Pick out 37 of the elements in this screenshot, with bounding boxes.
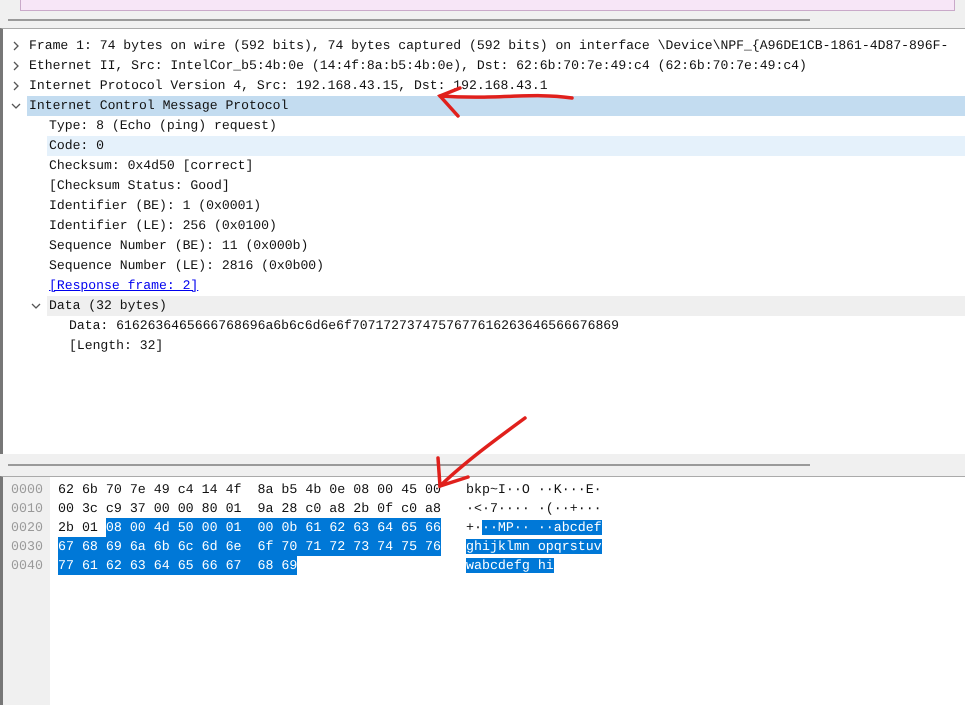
offset-label: 0010	[10, 500, 44, 518]
tree-item[interactable]: Data: 6162636465666768696a6b6c6d6e6f7071727374757677616263646566676869	[67, 316, 965, 336]
offset-label: 0000	[10, 481, 44, 499]
offset-label: 0030	[10, 538, 44, 556]
chevron-right-icon[interactable]	[11, 61, 21, 71]
ascii-bytes: ··MP·· ··abcdef	[482, 520, 602, 535]
hex-bytes: 00 3c c9 37 00 00 80 01 9a 28 c0 a8 2b 0f c0 a8	[58, 500, 442, 518]
tree-item[interactable]: Identifier (BE): 1 (0x0001)	[47, 196, 965, 216]
tree-item[interactable]: Sequence Number (LE): 2816 (0x0b00)	[47, 256, 965, 276]
tree-item[interactable]: Type: 8 (Echo (ping) request)	[47, 116, 965, 136]
ascii-bytes: bkp~I··O ··K···E·	[466, 482, 602, 497]
tree-item[interactable]: Data (32 bytes)	[47, 296, 965, 316]
tree-item[interactable]: Ethernet II, Src: IntelCor_b5:4b:0e (14:4f:8a:b5:4b:0e), Dst: 62:6b:70:7e:49:c4 (62:6b:70:7e:49:c4)	[27, 56, 965, 76]
tree-item[interactable]: Internet Protocol Version 4, Src: 192.168.43.15, Dst: 192.168.43.1	[27, 76, 965, 96]
ascii-bytes: wabcdefg hi	[466, 558, 554, 573]
hex-bytes: 2b 01	[58, 519, 99, 537]
hex-bytes: 77 61 62 63 64 65 66 67 68 69	[58, 556, 298, 575]
ascii-bytes: +·	[466, 520, 482, 535]
tree-item[interactable]: Frame 1: 74 bytes on wire (592 bits), 74 bytes captured (592 bits) on interface \Device\NPF_{A96DE1CB-1861-4D87-896F-	[27, 36, 965, 56]
tree-item[interactable]: [Checksum Status: Good]	[47, 176, 965, 196]
offset-label: 0020	[10, 519, 44, 537]
offset-label: 0040	[10, 557, 44, 575]
tree-item[interactable]: Identifier (LE): 256 (0x0100)	[47, 216, 965, 236]
chevron-right-icon[interactable]	[11, 41, 21, 51]
tree-item[interactable]: Code: 0	[47, 136, 965, 156]
tree-item[interactable]: Sequence Number (BE): 11 (0x000b)	[47, 236, 965, 256]
hex-bytes: 08 00 4d 50 00 01 00 0b 61 62 63 64 65 66	[106, 518, 442, 537]
chevron-right-icon[interactable]	[11, 81, 21, 91]
chevron-down-icon[interactable]	[11, 101, 21, 111]
response-frame-link[interactable]: [Response frame: 2]	[47, 276, 965, 296]
tree-item[interactable]: [Length: 32]	[67, 336, 965, 356]
tree-item[interactable]: Internet Control Message Protocol	[27, 96, 965, 116]
ascii-bytes: ghijklmn opqrstuv	[466, 539, 602, 554]
tree-item[interactable]: Checksum: 0x4d50 [correct]	[47, 156, 965, 176]
hex-bytes: 67 68 69 6a 6b 6c 6d 6e 6f 70 71 72 73 74 75 76	[58, 537, 442, 556]
ascii-bytes: ·<·7···· ·(··+···	[466, 501, 602, 516]
chevron-down-icon[interactable]	[31, 301, 41, 311]
